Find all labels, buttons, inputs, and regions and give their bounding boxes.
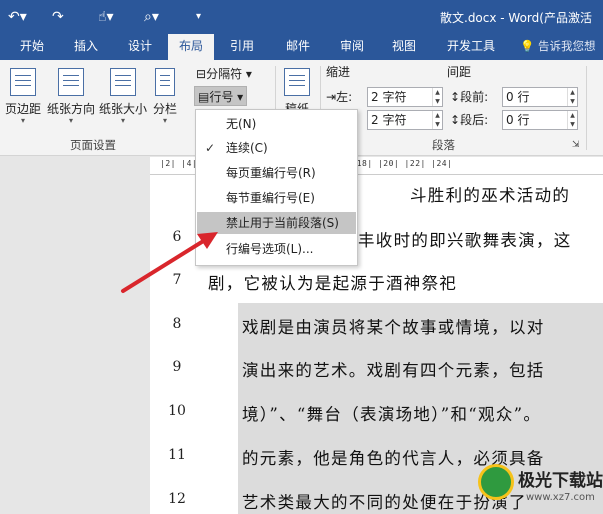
watermark-logo-icon bbox=[478, 464, 514, 500]
watermark-title: 极光下载站 bbox=[518, 471, 603, 491]
watermark-url: www.xz7.com bbox=[526, 492, 595, 503]
arrow-head bbox=[197, 232, 218, 249]
annotation-arrow bbox=[121, 232, 218, 293]
arrow-shaft bbox=[121, 238, 207, 293]
watermark: 极光下载站 www.xz7.com bbox=[478, 458, 603, 514]
